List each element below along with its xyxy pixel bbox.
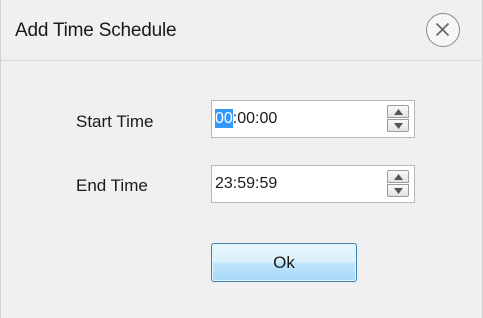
arrow-up-icon bbox=[394, 174, 403, 180]
dialog-titlebar: Add Time Schedule bbox=[1, 0, 482, 61]
close-icon bbox=[435, 22, 450, 37]
end-time-increment-button[interactable] bbox=[387, 170, 409, 183]
start-time-hours-selected[interactable]: 00 bbox=[215, 109, 233, 128]
arrow-up-icon bbox=[394, 109, 403, 115]
start-time-value[interactable]: 00:00:00 bbox=[215, 109, 277, 128]
start-time-field[interactable]: 00:00:00 bbox=[211, 100, 415, 138]
start-time-decrement-button[interactable] bbox=[387, 119, 409, 132]
end-time-value[interactable]: 23:59:59 bbox=[215, 175, 277, 193]
start-time-spinner[interactable] bbox=[387, 105, 411, 133]
arrow-down-icon bbox=[394, 123, 403, 129]
end-time-spinner[interactable] bbox=[387, 170, 411, 198]
end-time-decrement-button[interactable] bbox=[387, 184, 409, 197]
start-time-label: Start Time bbox=[76, 112, 154, 131]
start-time-increment-button[interactable] bbox=[387, 105, 409, 118]
arrow-down-icon bbox=[394, 188, 403, 194]
end-time-label: End Time bbox=[76, 176, 148, 195]
close-button[interactable] bbox=[426, 13, 460, 47]
dialog-title: Add Time Schedule bbox=[15, 20, 177, 41]
add-time-schedule-dialog: Add Time Schedule Start Time 00:00:00 En… bbox=[0, 0, 483, 318]
start-time-value-rest[interactable]: :00:00 bbox=[233, 110, 277, 127]
ok-button[interactable]: Ok bbox=[211, 243, 357, 282]
end-time-field[interactable]: 23:59:59 bbox=[211, 165, 415, 203]
